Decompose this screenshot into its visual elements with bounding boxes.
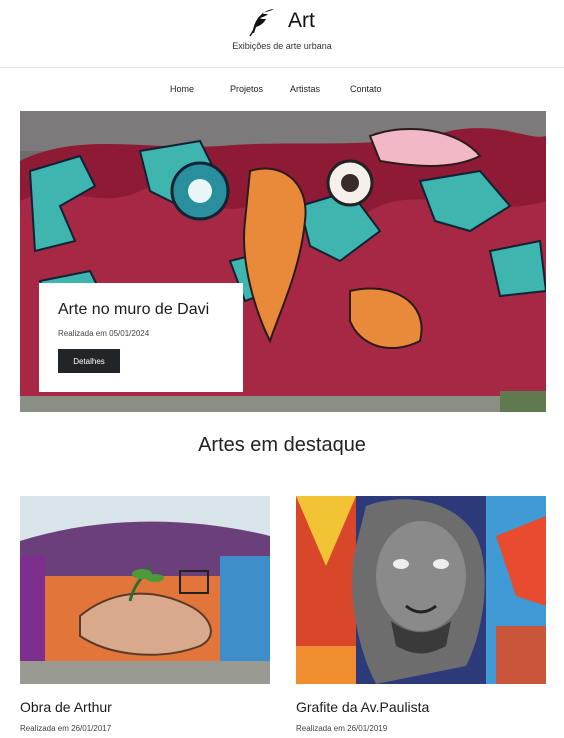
- hero-title: Arte no muro de Davi: [58, 301, 210, 318]
- hero-caption-card: Arte no muro de Davi Realizada em 05/01/…: [39, 283, 243, 392]
- card-image[interactable]: [296, 496, 546, 684]
- nav-link-projetos[interactable]: Projetos: [230, 84, 263, 94]
- card-image-art: [20, 496, 270, 684]
- nav-link-artistas[interactable]: Artistas: [290, 84, 320, 94]
- featured-section-title: Artes em destaque: [198, 434, 366, 456]
- nav-link-contato[interactable]: Contato: [350, 84, 382, 94]
- hero-banner: Arte no muro de Davi Realizada em 05/01/…: [20, 111, 546, 412]
- featured-card[interactable]: Grafite da Av.Paulista Realizada em 26/0…: [296, 496, 546, 733]
- card-date: Realizada em 26/01/2017: [20, 724, 112, 733]
- hero-date: Realizada em 05/01/2024: [58, 329, 150, 338]
- brand-title[interactable]: Art: [288, 9, 315, 33]
- featured-card[interactable]: Obra de Arthur Realizada em 26/01/2017: [20, 496, 270, 733]
- card-title[interactable]: Obra de Arthur: [20, 699, 112, 715]
- card-date: Realizada em 26/01/2019: [296, 724, 388, 733]
- card-title[interactable]: Grafite da Av.Paulista: [296, 699, 429, 715]
- card-image-art: [296, 496, 546, 684]
- main-nav: Home Projetos Artistas Contato: [0, 84, 564, 98]
- brand-subtitle: Exibições de arte urbana: [232, 41, 332, 51]
- nav-link-home[interactable]: Home: [170, 84, 194, 94]
- site-header: Art Exibições de arte urbana: [0, 0, 564, 68]
- feather-quill-icon[interactable]: [246, 6, 278, 38]
- card-image[interactable]: [20, 496, 270, 684]
- details-button[interactable]: Detalhes: [58, 349, 120, 373]
